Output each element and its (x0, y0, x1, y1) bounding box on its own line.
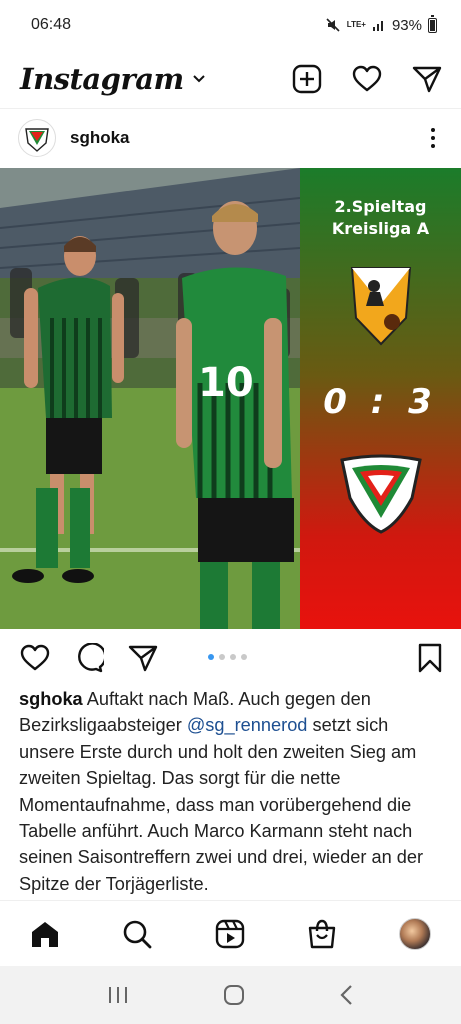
post-author-avatar[interactable] (18, 118, 56, 157)
status-icons: LTE+ 93% (325, 14, 437, 34)
carousel-dot (219, 654, 225, 660)
account-switcher[interactable]: Instagram (20, 62, 206, 96)
post-header: sghoka (0, 108, 461, 166)
mute-icon (326, 18, 340, 32)
post-image[interactable]: 10 2.Spieltag Kreisliga A 0 : 3 (0, 168, 461, 629)
carousel-dot (241, 654, 247, 660)
like-icon[interactable] (20, 644, 50, 672)
caption-mention[interactable]: @sg_rennerod (187, 715, 308, 735)
more-options-icon[interactable] (421, 127, 445, 148)
new-post-button[interactable] (291, 63, 323, 95)
shop-icon[interactable] (307, 919, 337, 949)
matchday-line-1: 2.Spieltag (334, 197, 427, 216)
post-actions (0, 636, 461, 680)
recents-icon[interactable] (107, 985, 129, 1005)
heart-icon (352, 65, 382, 92)
home-crest-icon (339, 454, 422, 534)
notifications-button[interactable] (351, 63, 383, 95)
chevron-down-icon (192, 75, 205, 83)
football-photo: 10 (0, 168, 300, 629)
carousel-indicator (208, 654, 247, 660)
home-circle-icon[interactable] (222, 983, 246, 1007)
caption-text-end: setzt sich unsere Erste durch und holt d… (19, 715, 424, 894)
lte-icon: LTE+ (346, 20, 366, 29)
matchday-label: 2.Spieltag Kreisliga A (332, 196, 429, 240)
share-icon[interactable] (128, 644, 158, 672)
carousel-dot (208, 654, 214, 660)
system-nav-bar (0, 966, 461, 1024)
jersey-number: 10 (198, 360, 254, 406)
caption-username[interactable]: sghoka (19, 689, 83, 709)
battery-icon (428, 14, 437, 33)
back-icon[interactable] (339, 984, 355, 1006)
battery-percent: 93% (391, 16, 422, 34)
comment-icon[interactable] (74, 643, 104, 673)
post-username[interactable]: sghoka (70, 128, 421, 148)
profile-avatar[interactable] (399, 917, 431, 950)
instagram-logo: Instagram (20, 62, 184, 96)
bookmark-icon[interactable] (417, 643, 443, 673)
bottom-nav (0, 900, 461, 966)
clock: 06:48 (31, 16, 72, 33)
status-bar: 06:48 LTE+ 93% (0, 0, 461, 50)
home-icon[interactable] (30, 920, 60, 948)
matchday-line-2: Kreisliga A (331, 219, 430, 238)
reels-icon[interactable] (215, 919, 245, 949)
club-logo-icon (25, 127, 49, 152)
post-caption: sghoka Auftakt nach Maß. Auch gegen den … (19, 686, 447, 897)
score-panel: 2.Spieltag Kreisliga A 0 : 3 (300, 168, 461, 629)
signal-icon (372, 21, 383, 31)
carousel-dot (230, 654, 236, 660)
app-header: Instagram (0, 50, 461, 108)
search-icon[interactable] (122, 919, 152, 949)
opponent-crest-icon (350, 267, 411, 346)
direct-message-icon (412, 66, 442, 93)
new-post-icon (292, 64, 322, 94)
header-actions (291, 63, 443, 95)
post-actions-left (20, 643, 158, 673)
match-score: 0 : 3 (323, 382, 438, 422)
direct-messages-button[interactable] (411, 63, 443, 95)
